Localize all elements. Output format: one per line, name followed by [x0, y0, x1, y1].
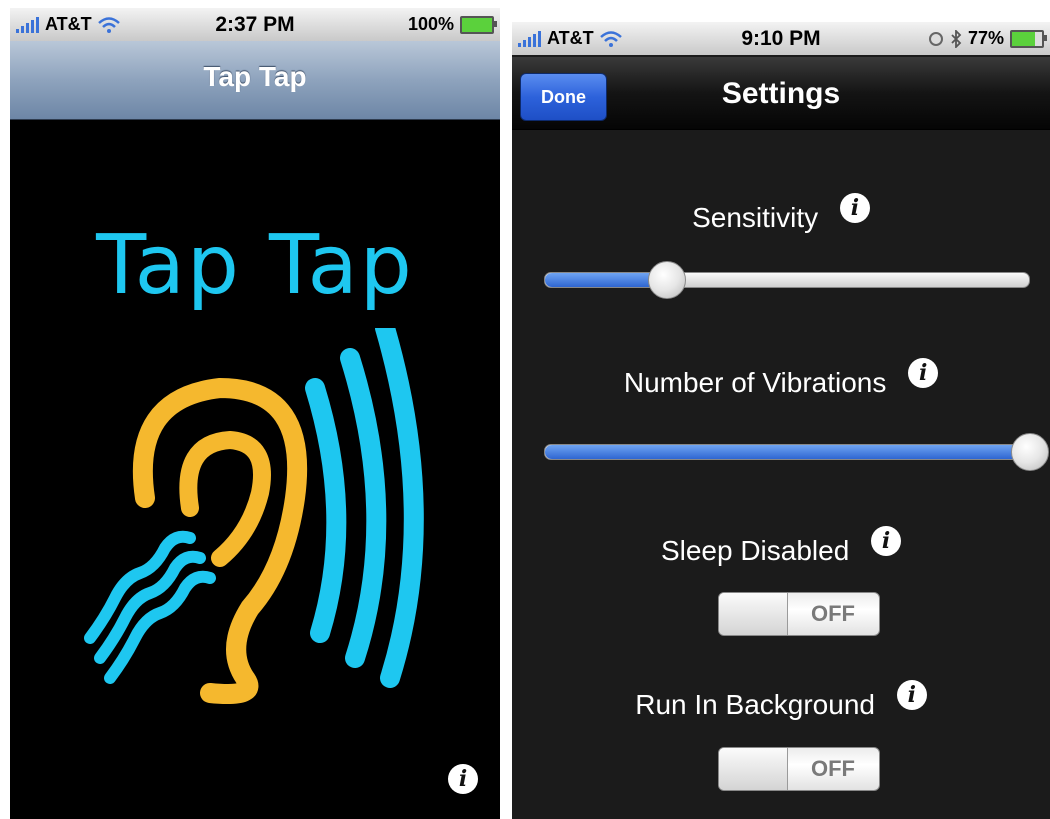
info-icon[interactable]: i [839, 193, 870, 223]
bluetooth-icon [951, 29, 962, 48]
setting-label: Sensitivity [692, 202, 819, 233]
setting-background-label-row: Run In Background i [512, 680, 1050, 722]
setting-label: Number of Vibrations [623, 367, 887, 398]
sleep-disabled-toggle[interactable]: OFF [718, 592, 880, 636]
toggle-state: OFF [811, 601, 855, 626]
run-in-background-toggle[interactable]: OFF [718, 747, 880, 791]
setting-label: Sleep Disabled [660, 535, 850, 566]
tap-tap-home-screen: AT&T 2:37 PM 100% Tap Tap Tap Tap i [10, 8, 500, 819]
battery-icon [1010, 29, 1047, 48]
status-bar: AT&T 2:37 PM 100% [10, 8, 500, 41]
page-title: Tap Tap [203, 61, 307, 92]
slider-thumb[interactable] [648, 261, 686, 299]
settings-screen: AT&T 9:10 PM 77% Done Settings Sensitivi… [512, 22, 1050, 819]
setting-label: Run In Background [635, 689, 875, 720]
battery-percent: 100% [407, 14, 454, 34]
battery-indicator: 100% [407, 14, 497, 35]
app-logo-text: Tap Tap [96, 218, 414, 313]
info-icon[interactable]: i [896, 680, 927, 710]
sensitivity-slider[interactable] [544, 261, 1030, 299]
navigation-bar: Done Settings [512, 57, 1050, 130]
setting-sleep-label-row: Sleep Disabled i [512, 526, 1050, 568]
slider-thumb[interactable] [1011, 433, 1049, 471]
battery-indicator: 77% [928, 28, 1047, 49]
setting-sensitivity-label-row: Sensitivity i [512, 193, 1050, 235]
page-title: Settings [721, 77, 841, 110]
navigation-bar: Tap Tap [10, 41, 500, 120]
info-icon[interactable]: i [908, 358, 939, 388]
slider-fill [545, 445, 1029, 459]
alarm-clock-icon [928, 31, 943, 46]
battery-icon [460, 15, 497, 34]
toggle-state: OFF [811, 756, 855, 781]
ear-logo-icon [84, 328, 424, 704]
battery-percent: 77% [967, 28, 1004, 48]
toggle-knob [719, 593, 788, 635]
info-button[interactable]: i [448, 764, 478, 794]
info-icon[interactable]: i [448, 764, 478, 794]
toggle-knob [719, 748, 788, 790]
setting-vibrations-label-row: Number of Vibrations i [512, 358, 1050, 400]
status-bar: AT&T 9:10 PM 77% [512, 22, 1050, 55]
vibrations-slider[interactable] [544, 433, 1049, 471]
info-icon[interactable]: i [871, 526, 902, 556]
